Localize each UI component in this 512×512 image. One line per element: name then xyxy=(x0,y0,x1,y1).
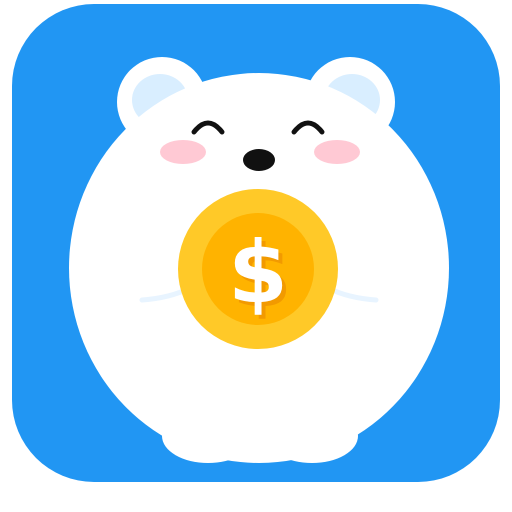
app-icon-artwork: $ $ xyxy=(12,4,500,482)
gold-coin-icon: $ $ xyxy=(178,189,338,349)
bear-left-foot xyxy=(162,409,254,463)
app-icon: $ $ xyxy=(0,0,512,512)
bear-nose xyxy=(243,149,275,171)
bear-right-cheek xyxy=(314,140,360,164)
coin-symbol: $ xyxy=(228,223,288,323)
bear-left-cheek xyxy=(160,140,206,164)
bear-right-foot xyxy=(266,409,358,463)
